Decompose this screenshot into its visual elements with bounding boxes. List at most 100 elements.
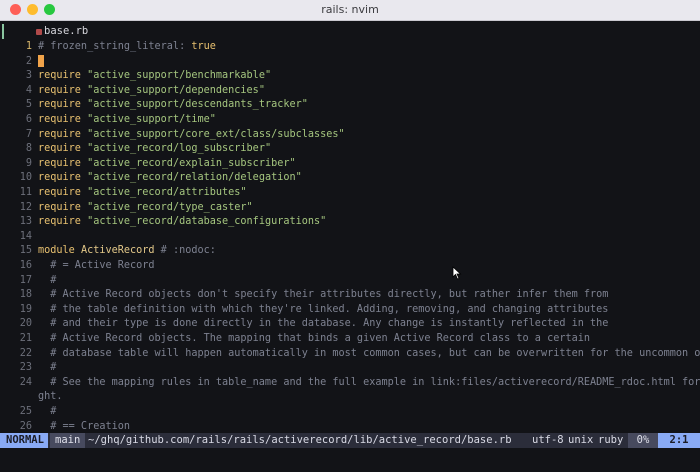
code-token: #: [38, 274, 57, 286]
line-number: 2: [25, 55, 32, 67]
code-line[interactable]: 1 # frozen_string_literal: true: [0, 40, 700, 55]
code-token: # the table definition with which they'r…: [38, 303, 609, 315]
code-token: "active_support/descendants_tracker": [87, 99, 308, 111]
buffer-tab-label[interactable]: base.rb: [44, 25, 88, 37]
code-token: "active_support/benchmarkable": [87, 70, 272, 82]
terminal-window: rails: nvim base.rb 1 # frozen_string_lit…: [0, 0, 700, 472]
code-line[interactable]: 25 #: [0, 405, 700, 420]
code-line[interactable]: 26 # == Creation: [0, 420, 700, 435]
code-line[interactable]: 14: [0, 230, 700, 245]
line-number: 15: [19, 245, 32, 257]
code-line[interactable]: 4 require "active_support/dependencies": [0, 84, 700, 99]
line-number: 5: [25, 99, 32, 111]
line-number: 13: [19, 216, 32, 228]
code-line[interactable]: 7 require "active_support/core_ext/class/…: [0, 128, 700, 143]
mouse-pointer-icon: [452, 266, 462, 280]
code-text: require "active_support/benchmarkable": [38, 69, 271, 84]
code-token: require: [38, 201, 88, 213]
code-line[interactable]: 16 # = Active Record: [0, 259, 700, 274]
code-text: require "active_support/time": [38, 113, 216, 128]
code-line[interactable]: 21 # Active Record objects. The mapping …: [0, 332, 700, 347]
code-line[interactable]: 22 # database table will happen automati…: [0, 347, 700, 362]
code-text: #: [38, 361, 56, 376]
code-line[interactable]: 24 # See the mapping rules in table_name…: [0, 376, 700, 391]
code-line[interactable]: 5 require "active_support/descendants_tra…: [0, 98, 700, 113]
code-token: require: [38, 99, 88, 111]
code-line[interactable]: 6 require "active_support/time": [0, 113, 700, 128]
code-line[interactable]: ght.: [0, 390, 700, 405]
code-token: "active_record/relation/delegation": [87, 172, 302, 184]
line-number: 18: [19, 289, 32, 301]
file-encoding: utf-8: [532, 434, 564, 446]
line-number: 9: [25, 157, 32, 169]
code-text: require "active_record/attributes": [38, 186, 247, 201]
code-token: require: [38, 157, 88, 169]
code-text: require "active_record/database_configur…: [38, 215, 326, 230]
code-text: # See the mapping rules in table_name an…: [38, 376, 700, 391]
code-token: true: [191, 41, 216, 52]
code-token: #: [38, 362, 57, 374]
window-title: rails: nvim: [321, 3, 379, 16]
code-token: module: [38, 245, 81, 257]
code-token: # Active Record objects don't specify th…: [38, 289, 609, 301]
line-number: 11: [19, 187, 32, 198]
code-line[interactable]: 3 require "active_support/benchmarkable": [0, 69, 700, 84]
code-text: module ActiveRecord # :nodoc:: [38, 244, 216, 259]
code-text: require "active_record/type_caster": [38, 201, 253, 216]
code-token: #: [38, 406, 57, 417]
code-token: require: [38, 216, 88, 228]
statusline: NORMAL main ~/ghq/github.com/rails/rails…: [0, 433, 700, 448]
line-number: 4: [25, 84, 32, 96]
file-path: ~/ghq/github.com/rails/rails/activerecor…: [88, 434, 512, 446]
code-token: require: [38, 128, 88, 140]
code-line[interactable]: 20 # and their type is done directly in …: [0, 317, 700, 332]
code-token: "active_support/core_ext/class/subclasse…: [87, 128, 345, 140]
code-text: require "active_record/relation/delegati…: [38, 171, 302, 186]
code-text: #: [38, 274, 56, 289]
code-token: require: [38, 114, 88, 125]
code-text: require "active_support/core_ext/class/s…: [38, 128, 345, 143]
code-line[interactable]: 9 require "active_record/explain_subscrib…: [0, 157, 700, 172]
code-token: ActiveRecord: [80, 245, 161, 257]
code-token: # database table will happen automatical…: [38, 347, 700, 359]
code-text: # frozen_string_literal: true: [38, 40, 216, 55]
code-line[interactable]: 15 module ActiveRecord # :nodoc:: [0, 244, 700, 259]
ruby-file-icon: [36, 29, 42, 35]
title-bar: rails: nvim: [0, 0, 700, 21]
code-text: require "active_record/log_subscriber": [38, 142, 271, 157]
git-sign-bar: [2, 24, 4, 39]
line-number: 6: [25, 114, 32, 125]
code-token: # == Creation: [38, 420, 131, 432]
code-line[interactable]: 19 # the table definition with which the…: [0, 303, 700, 318]
code-token: ght.: [38, 391, 63, 403]
code-token: require: [38, 70, 88, 82]
code-line[interactable]: 17 #: [0, 274, 700, 289]
code-token: require: [38, 84, 88, 96]
editor-pane[interactable]: 1 # frozen_string_literal: true 2 3 require …: [0, 40, 700, 432]
code-line[interactable]: 23 #: [0, 361, 700, 376]
code-token: "active_record/type_caster": [87, 201, 253, 213]
code-token: # frozen_string_literal:: [38, 41, 192, 52]
code-line[interactable]: 2: [0, 54, 700, 70]
code-text: # == Creation: [38, 420, 130, 435]
code-token: "active_support/dependencies": [87, 84, 265, 96]
line-number: 7: [25, 128, 32, 140]
file-format: unix: [568, 434, 594, 446]
code-line[interactable]: 11 require "active_record/attributes": [0, 186, 700, 201]
code-text: # = Active Record: [38, 259, 154, 274]
code-text: # and their type is done directly in the…: [38, 317, 608, 332]
line-number: 20: [19, 318, 32, 330]
buffer-tabline: base.rb: [0, 24, 700, 40]
code-line[interactable]: 18 # Active Record objects don't specify…: [0, 288, 700, 303]
code-line[interactable]: 8 require "active_record/log_subscriber": [0, 142, 700, 157]
code-token: "active_record/database_configurations": [87, 216, 327, 228]
code-line[interactable]: 10 require "active_record/relation/delega…: [0, 171, 700, 186]
code-token: require: [38, 187, 88, 198]
line-number: 14: [19, 230, 32, 242]
code-line[interactable]: 13 require "active_record/database_config…: [0, 215, 700, 230]
code-token: "active_record/log_subscriber": [87, 143, 272, 155]
line-number: 10: [19, 172, 32, 184]
code-line[interactable]: 12 require "active_record/type_caster": [0, 201, 700, 216]
file-type: ruby: [598, 434, 624, 446]
line-number: 22: [19, 347, 32, 359]
